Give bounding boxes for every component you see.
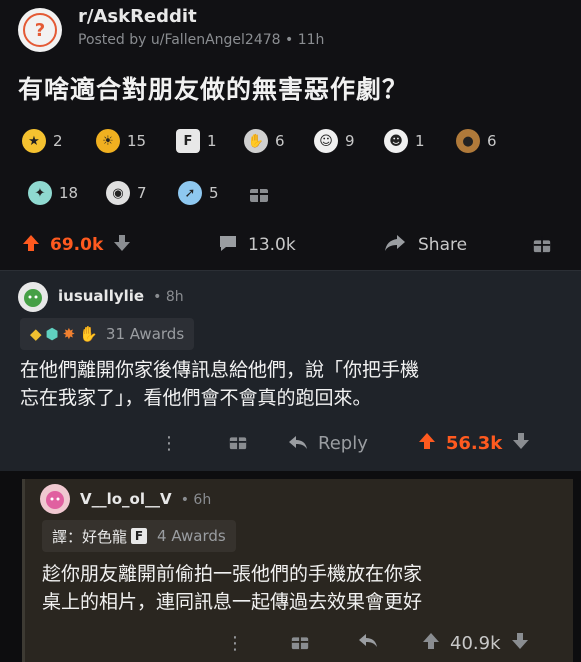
downvote-icon[interactable] (511, 632, 529, 655)
award-count: 6 (275, 132, 285, 150)
award-clap[interactable]: ✋ 6 (244, 128, 285, 154)
sloth-award-icon: ● (456, 129, 480, 153)
clap-award-icon: ✋ (244, 129, 268, 153)
subreddit-name[interactable]: r/AskReddit (78, 6, 197, 27)
award-gold[interactable]: ☀ 15 (96, 128, 146, 154)
upvote-icon[interactable] (418, 432, 436, 455)
share-icon (384, 234, 406, 257)
comment-body: 趁你朋友離開前偷拍一張他們的手機放在你家 桌上的相片，連同訊息一起傳過去效果會更… (42, 560, 422, 616)
award-count: 18 (59, 184, 79, 202)
award-count: 1 (207, 132, 217, 150)
award-snoo[interactable]: ◉ 7 (106, 180, 147, 206)
comment-line: 在他們離開你家後傳訊息給他們，說「你把手機 (20, 359, 420, 381)
award-rocket[interactable]: ➚ 5 (178, 180, 219, 206)
hand-award-icon: ✋ (79, 325, 98, 343)
award-count: 2 (53, 132, 63, 150)
give-award-icon[interactable] (248, 182, 270, 204)
comment-body: 在他們離開你家後傳訊息給他們，說「你把手機 忘在我家了」，看他們會不會真的跑回來… (20, 356, 419, 412)
helmet-award-icon: ◆ (30, 325, 42, 343)
downvote-icon[interactable] (113, 234, 131, 257)
star-award-icon: ★ (22, 129, 46, 153)
comment-count: 13.0k (248, 235, 296, 255)
comment-score: 56.3k (445, 432, 503, 454)
award-count: 15 (127, 132, 147, 150)
post-score: 69.0k (50, 235, 104, 255)
comment-line: 趁你朋友離開前偷拍一張他們的手機放在你家 (42, 563, 423, 585)
post-award-button[interactable] (532, 234, 554, 256)
gift-icon[interactable] (290, 631, 310, 656)
award-sloth[interactable]: ● 6 (456, 128, 497, 154)
snoo-avatar-icon (46, 491, 64, 509)
comment-line: 忘在我家了」，看他們會不會真的跑回來。 (20, 387, 372, 409)
avatar[interactable] (18, 282, 48, 312)
more-options-icon[interactable]: ⋮ (226, 633, 246, 654)
snoo-avatar-icon (24, 289, 42, 307)
reply-button[interactable]: Reply (288, 433, 368, 454)
comment-line: 桌上的相片，連同訊息一起傳過去效果會更好 (42, 591, 423, 613)
burst-award-icon: ✸ (62, 325, 76, 343)
award-count: 1 (415, 132, 425, 150)
award-lol[interactable]: ☻ 1 (384, 128, 425, 154)
award-count: 5 (209, 184, 219, 202)
comment-2-meta: V__lo_ol__V • 6h (80, 489, 211, 508)
share-button[interactable]: Share (384, 230, 467, 260)
comment-score: 40.9k (450, 632, 501, 654)
askreddit-question-icon: ? (23, 13, 57, 47)
reply-icon[interactable] (358, 633, 378, 654)
comment-2-actions: ⋮ 40.9k (226, 628, 570, 658)
snoo-award-icon: ◉ (106, 181, 130, 205)
upvote-icon[interactable] (422, 632, 440, 655)
comment-time: • 6h (180, 492, 212, 508)
more-options-icon[interactable]: ⋮ (160, 433, 180, 454)
post-title: 有啥適合對朋友做的無害惡作劇？ (18, 75, 409, 104)
comment-1-meta: iusuallylie • 8h (58, 286, 184, 305)
award-count: 7 (137, 184, 147, 202)
comment-icon (218, 234, 238, 257)
awards-label: 31 Awards (105, 325, 185, 343)
comment-username[interactable]: iusuallylie (58, 287, 144, 305)
awards-label: 4 Awards (157, 527, 226, 545)
reply-label: Reply (318, 432, 368, 454)
post-vote-bar: 69.0k (22, 230, 131, 260)
angel-award-icon: ✦ (28, 181, 52, 205)
translator-watermark: 譯：好色龍 (52, 527, 128, 546)
comment-time: • 8h (153, 289, 184, 305)
reply-icon (289, 436, 307, 449)
avatar[interactable] (40, 484, 70, 514)
laugh-award-icon: ☺ (314, 129, 338, 153)
share-label: Share (418, 235, 468, 255)
comment-awards[interactable]: 譯：好色龍 F 4 Awards (42, 520, 236, 552)
posted-by: Posted by u/FallenAngel2478 • 11h (78, 32, 325, 48)
upvote-icon[interactable] (22, 234, 42, 257)
rocket-award-icon: ➚ (178, 181, 202, 205)
gift-icon[interactable] (228, 431, 248, 456)
comment-awards[interactable]: ◆ ⬢ ✸ ✋ 31 Awards (20, 318, 195, 350)
post-comments[interactable]: 13.0k (218, 230, 296, 260)
award-laugh[interactable]: ☺ 9 (314, 128, 355, 154)
award-count: 9 (345, 132, 355, 150)
award-star[interactable]: ★ 2 (22, 128, 63, 154)
award-count: 6 (487, 132, 497, 150)
subreddit-avatar[interactable]: ? (18, 8, 62, 52)
award-angel[interactable]: ✦ 18 (28, 180, 78, 206)
gift-icon (533, 236, 551, 253)
f-award-icon: F (176, 129, 200, 153)
award-f[interactable]: F 1 (176, 128, 217, 154)
comment-username[interactable]: V__lo_ol__V (80, 490, 172, 508)
shield-award-icon: ⬢ (45, 325, 59, 343)
gold-award-icon: ☀ (96, 129, 120, 153)
downvote-icon[interactable] (512, 432, 530, 455)
f-award-icon: F (131, 528, 148, 544)
comment-1-actions: ⋮ Reply 56.3k (160, 428, 570, 458)
lol-award-icon: ☻ (384, 129, 408, 153)
